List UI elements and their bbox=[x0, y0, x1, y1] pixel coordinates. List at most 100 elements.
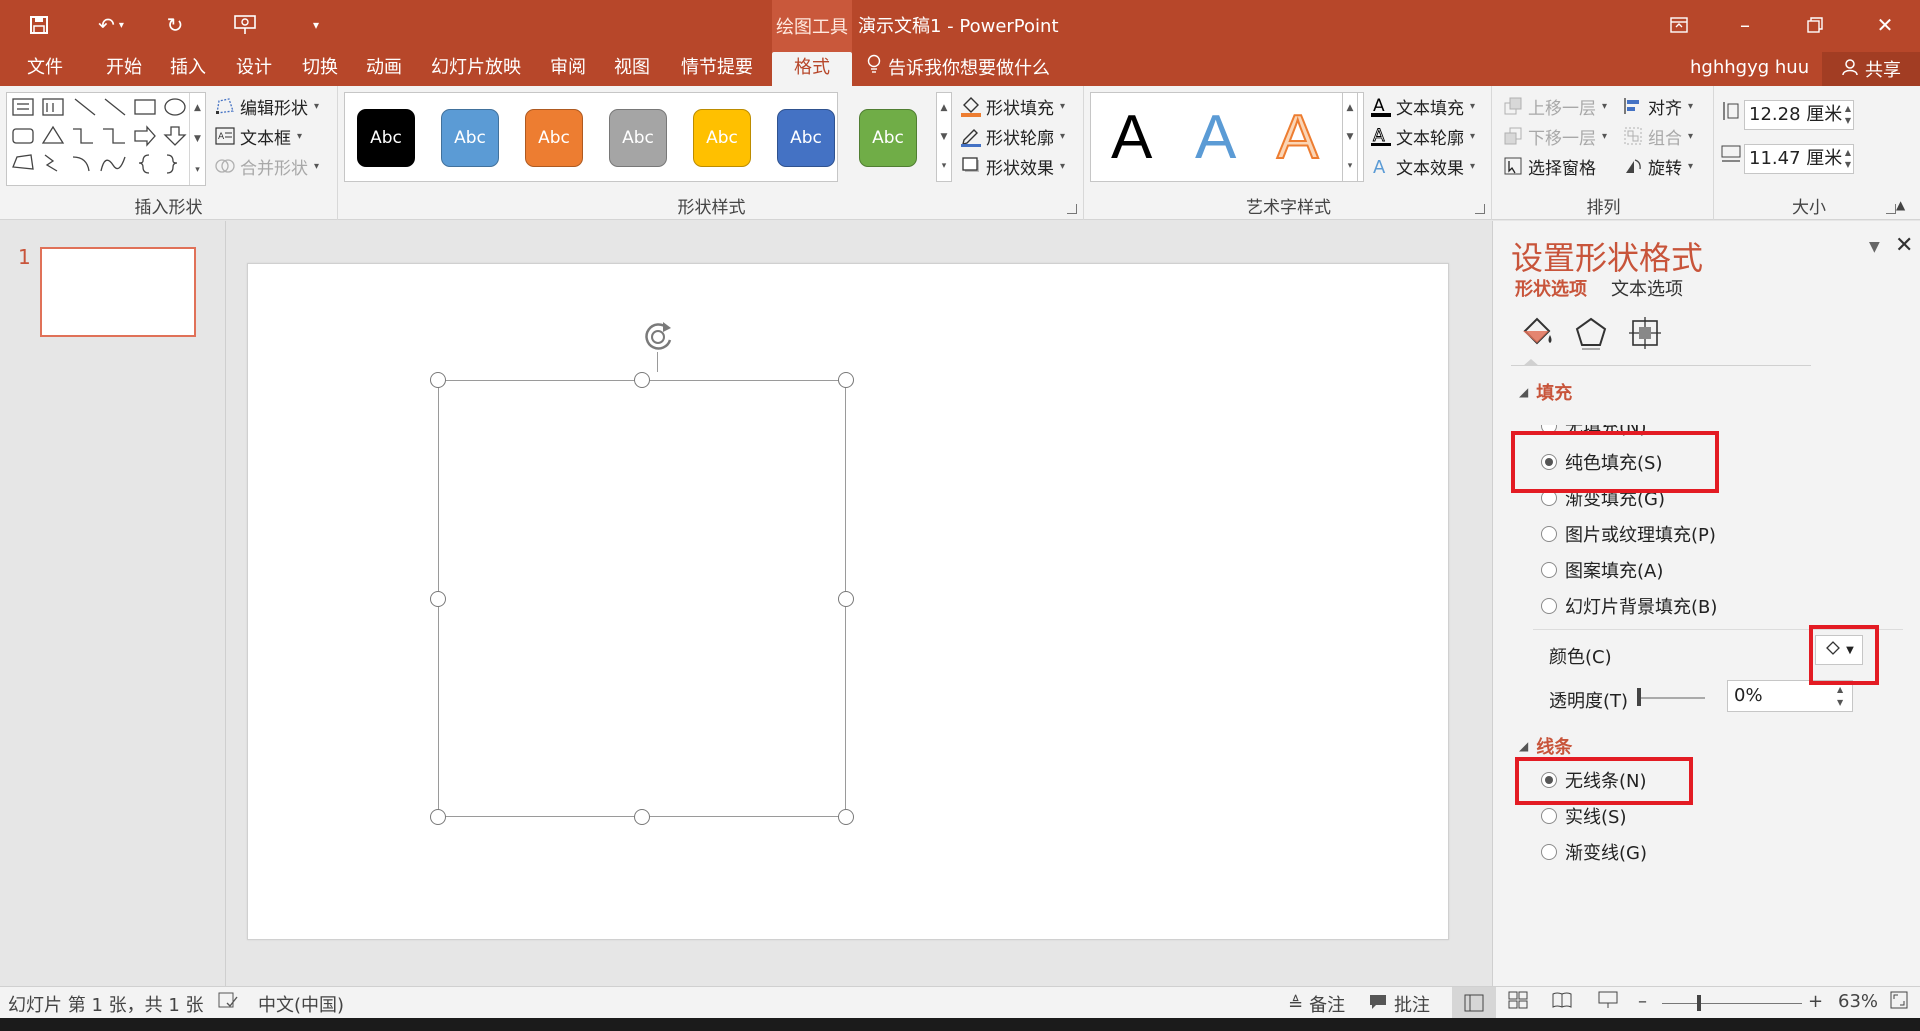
tab-transitions[interactable]: 切换 bbox=[294, 52, 346, 86]
fill-line-icon[interactable] bbox=[1517, 313, 1557, 353]
ribbon-display-options-icon[interactable] bbox=[1656, 8, 1702, 42]
text-fill-button[interactable]: A 文本填充 ▾ bbox=[1370, 92, 1475, 120]
resize-handle-bottom[interactable] bbox=[634, 809, 650, 825]
shape-style-gallery-scroll[interactable]: ▲ ▼ ▾ bbox=[936, 92, 952, 182]
effects-pentagon-icon[interactable] bbox=[1571, 313, 1611, 353]
size-properties-icon[interactable] bbox=[1625, 313, 1665, 353]
redo-icon[interactable]: ↻ bbox=[160, 10, 190, 40]
pane-close-icon[interactable]: ✕ bbox=[1895, 233, 1913, 258]
shape-style-swatch[interactable]: Abc bbox=[777, 109, 835, 167]
tab-animations[interactable]: 动画 bbox=[358, 52, 410, 86]
transparency-spinner[interactable]: ▲ ▼ bbox=[1837, 683, 1843, 709]
tell-me-search[interactable]: 告诉我你想要做什么 bbox=[866, 52, 1050, 86]
zoom-out-icon[interactable]: – bbox=[1638, 991, 1647, 1012]
slide-thumbnail[interactable] bbox=[40, 247, 196, 337]
width-spinner[interactable]: ▲ ▼ bbox=[1845, 147, 1851, 171]
language-indicator[interactable]: 中文(中国) bbox=[258, 991, 344, 1017]
align-button[interactable]: 对齐 ▾ bbox=[1622, 92, 1693, 120]
shape-style-swatch[interactable]: Abc bbox=[357, 109, 415, 167]
shape-effects-button[interactable]: 形状效果 ▾ bbox=[960, 152, 1065, 180]
text-outline-button[interactable]: A 文本轮廓 ▾ bbox=[1370, 122, 1475, 150]
slide-canvas[interactable] bbox=[247, 263, 1449, 940]
collapse-ribbon-icon[interactable]: ▲ bbox=[1896, 198, 1905, 212]
zoom-slider-thumb[interactable] bbox=[1697, 995, 1701, 1011]
wordart-style-black[interactable]: A bbox=[1111, 101, 1152, 175]
comments-button[interactable]: 批注 bbox=[1368, 991, 1430, 1017]
customize-qat-icon[interactable]: ▾ bbox=[306, 10, 326, 40]
text-effects-button[interactable]: A 文本效果 ▾ bbox=[1370, 152, 1475, 180]
resize-handle-left[interactable] bbox=[430, 591, 446, 607]
fill-option-picture[interactable]: 图片或纹理填充(P) bbox=[1541, 521, 1716, 547]
fill-option-pattern[interactable]: 图案填充(A) bbox=[1541, 557, 1663, 583]
rotate-handle-icon[interactable] bbox=[637, 316, 679, 358]
line-section-header[interactable]: ◢ 线条 bbox=[1519, 733, 1572, 759]
resize-handle-top-right[interactable] bbox=[838, 372, 854, 388]
slideshow-view-icon[interactable] bbox=[1598, 991, 1618, 1009]
wordart-gallery-scroll[interactable]: ▲ ▼ ▾ bbox=[1342, 92, 1358, 182]
shape-width-input[interactable]: 11.47 厘米 ▲ ▼ bbox=[1744, 144, 1854, 174]
zoom-level[interactable]: 63% bbox=[1838, 991, 1878, 1012]
slide-sorter-icon[interactable] bbox=[1508, 991, 1528, 1009]
minimize-icon[interactable]: – bbox=[1722, 8, 1768, 42]
bring-forward-button[interactable]: 上移一层 ▾ bbox=[1502, 92, 1607, 120]
text-box-button[interactable]: A 文本框 ▾ bbox=[214, 122, 302, 150]
zoom-slider[interactable] bbox=[1662, 1003, 1802, 1004]
edit-shape-button[interactable]: 编辑形状 ▾ bbox=[214, 92, 319, 120]
user-account[interactable]: hghhgyg huu bbox=[1690, 52, 1809, 86]
wordart-style-orange-outline[interactable]: A bbox=[1276, 101, 1319, 175]
wordart-gallery[interactable]: A A A bbox=[1090, 92, 1364, 182]
share-button[interactable]: 共享 bbox=[1822, 52, 1920, 86]
shapes-gallery[interactable]: ▲ ▼ ▾ bbox=[6, 92, 206, 186]
wordart-style-blue[interactable]: A bbox=[1195, 101, 1236, 175]
tab-design[interactable]: 设计 bbox=[228, 52, 280, 86]
tab-home[interactable]: 开始 bbox=[98, 52, 150, 86]
shape-styles-launcher[interactable] bbox=[1067, 204, 1077, 214]
shape-fill-button[interactable]: 形状填充 ▾ bbox=[960, 92, 1065, 120]
shape-style-swatch[interactable]: Abc bbox=[859, 109, 917, 167]
group-button[interactable]: 组合 ▾ bbox=[1622, 122, 1693, 150]
height-spinner[interactable]: ▲ ▼ bbox=[1845, 103, 1851, 127]
tab-review[interactable]: 审阅 bbox=[542, 52, 594, 86]
shape-style-swatch[interactable]: Abc bbox=[525, 109, 583, 167]
undo-icon[interactable]: ↶ ▾ bbox=[88, 10, 134, 40]
fit-to-window-icon[interactable] bbox=[1890, 991, 1908, 1009]
pane-options-icon[interactable]: ▼ bbox=[1869, 239, 1880, 255]
zoom-in-icon[interactable]: + bbox=[1808, 991, 1823, 1012]
tab-storyboarding[interactable]: 情节提要 bbox=[672, 52, 762, 86]
close-icon[interactable]: ✕ bbox=[1862, 8, 1908, 42]
tab-format[interactable]: 格式 bbox=[772, 52, 852, 86]
resize-handle-top[interactable] bbox=[634, 372, 650, 388]
normal-view-icon[interactable] bbox=[1452, 987, 1496, 1018]
send-backward-button[interactable]: 下移一层 ▾ bbox=[1502, 122, 1607, 150]
line-option-solid[interactable]: 实线(S) bbox=[1541, 803, 1626, 829]
tab-slideshow[interactable]: 幻灯片放映 bbox=[424, 52, 528, 86]
shape-outline-button[interactable]: 形状轮廓 ▾ bbox=[960, 122, 1065, 150]
transparency-slider-thumb[interactable] bbox=[1637, 688, 1641, 706]
shapes-gallery-scroll[interactable]: ▲ ▼ ▾ bbox=[189, 93, 205, 185]
restore-icon[interactable] bbox=[1792, 8, 1838, 42]
presentation-icon[interactable] bbox=[228, 10, 262, 40]
rotate-button[interactable]: 旋转 ▾ bbox=[1622, 152, 1693, 180]
line-option-gradient[interactable]: 渐变线(G) bbox=[1541, 839, 1647, 865]
reading-view-icon[interactable] bbox=[1552, 991, 1572, 1009]
transparency-slider[interactable] bbox=[1637, 697, 1705, 699]
size-launcher[interactable] bbox=[1886, 204, 1896, 214]
shape-style-swatch[interactable]: Abc bbox=[693, 109, 751, 167]
resize-handle-bottom-right[interactable] bbox=[838, 809, 854, 825]
tab-file[interactable]: 文件 bbox=[18, 52, 72, 86]
spell-check-icon[interactable] bbox=[218, 991, 238, 1009]
fill-option-slide-background[interactable]: 幻灯片背景填充(B) bbox=[1541, 593, 1717, 619]
merge-shapes-button[interactable]: 合并形状 ▾ bbox=[214, 152, 319, 180]
tab-view[interactable]: 视图 bbox=[606, 52, 658, 86]
shape-height-input[interactable]: 12.28 厘米 ▲ ▼ bbox=[1744, 100, 1854, 130]
shape-style-gallery[interactable]: Abc Abc Abc Abc Abc Abc Abc bbox=[344, 92, 917, 182]
tab-shape-options[interactable]: 形状选项 bbox=[1515, 275, 1587, 301]
resize-handle-right[interactable] bbox=[838, 591, 854, 607]
resize-handle-top-left[interactable] bbox=[430, 372, 446, 388]
shape-style-swatch[interactable]: Abc bbox=[609, 109, 667, 167]
save-icon[interactable] bbox=[22, 10, 56, 40]
tab-insert[interactable]: 插入 bbox=[162, 52, 214, 86]
selection-pane-button[interactable]: 选择窗格 bbox=[1502, 152, 1596, 180]
wordart-styles-launcher[interactable] bbox=[1475, 204, 1485, 214]
fill-section-header[interactable]: ◢ 填充 bbox=[1519, 379, 1572, 405]
